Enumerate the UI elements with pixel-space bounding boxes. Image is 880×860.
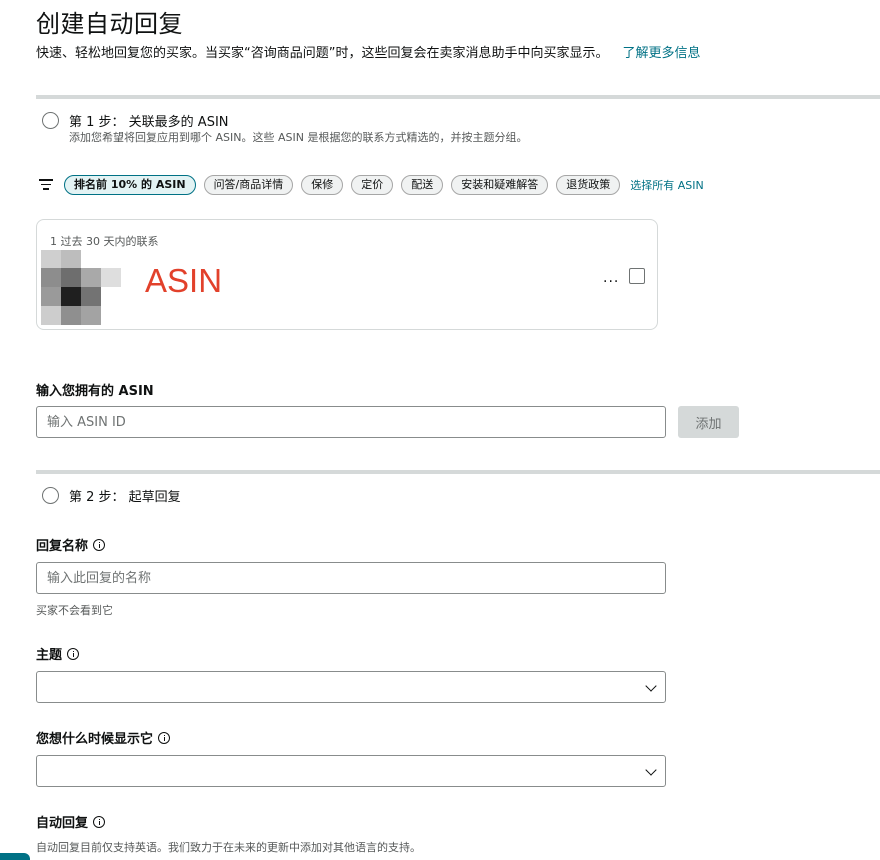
page-subtitle: 快速、轻松地回复您的买家。当买家“咨询商品问题”时，这些回复会在卖家消息助手中向… xyxy=(36,42,701,61)
chip-warranty[interactable]: 保修 xyxy=(301,175,344,195)
topic-label: 主题 xyxy=(36,644,80,663)
step1-title: 第 1 步： 关联最多的 ASIN xyxy=(69,115,229,130)
filter-icon[interactable] xyxy=(39,178,53,190)
info-icon[interactable] xyxy=(93,815,106,828)
chip-shipping[interactable]: 配送 xyxy=(401,175,444,195)
more-options-icon[interactable]: ... xyxy=(603,270,619,286)
info-icon[interactable] xyxy=(67,647,80,660)
page-title: 创建自动回复 xyxy=(36,10,183,38)
info-icon[interactable] xyxy=(93,538,106,551)
auto-reply-label-text: 自动回复 xyxy=(36,816,89,831)
asin-label: ASIN xyxy=(145,262,223,299)
learn-more-link[interactable]: 了解更多信息 xyxy=(622,46,700,61)
reply-name-label: 回复名称 xyxy=(36,535,106,554)
product-thumbnail xyxy=(41,250,121,325)
asin-select-checkbox[interactable] xyxy=(629,268,645,284)
when-show-label-text: 您想什么时候显示它 xyxy=(36,732,154,747)
asin-card: 1 过去 30 天内的联系 ASIN ... xyxy=(36,219,658,330)
auto-reply-hint: 自动回复目前仅支持英语。我们致力于在未来的更新中添加对其他语言的支持。 xyxy=(36,841,421,854)
reply-name-label-text: 回复名称 xyxy=(36,539,89,554)
reply-name-hint: 买家不会看到它 xyxy=(36,604,113,617)
chip-top-asin[interactable]: 排名前 10% 的 ASIN xyxy=(64,175,196,195)
section-divider xyxy=(36,95,880,99)
chip-qa-details[interactable]: 问答/商品详情 xyxy=(203,175,294,195)
select-all-asin-link[interactable]: 选择所有 ASIN xyxy=(630,177,703,193)
chevron-down-icon xyxy=(645,680,657,692)
step1-radio[interactable] xyxy=(42,112,59,129)
step2-title: 第 2 步： 起草回复 xyxy=(69,490,181,505)
own-asin-label: 输入您拥有的 ASIN xyxy=(36,380,154,399)
chip-pricing[interactable]: 定价 xyxy=(351,175,394,195)
feedback-tab[interactable] xyxy=(0,853,30,860)
chevron-down-icon xyxy=(645,764,657,776)
step1-description: 添加您希望将回复应用到哪个 ASIN。这些 ASIN 是根据您的联系方式精选的，… xyxy=(69,131,528,144)
topic-select[interactable] xyxy=(36,671,666,703)
filter-chips: 排名前 10% 的 ASIN 问答/商品详情 保修 定价 配送 安装和疑难解答 … xyxy=(64,175,704,195)
when-show-label: 您想什么时候显示它 xyxy=(36,728,171,747)
step2-radio[interactable] xyxy=(42,487,59,504)
asin-contacts-caption: 1 过去 30 天内的联系 xyxy=(50,235,159,248)
chip-install-troubleshoot[interactable]: 安装和疑难解答 xyxy=(451,175,549,195)
section-divider-2 xyxy=(36,470,880,474)
add-asin-button[interactable]: 添加 xyxy=(678,406,739,438)
topic-label-text: 主题 xyxy=(36,648,63,663)
chip-return-policy[interactable]: 退货政策 xyxy=(556,175,621,195)
reply-name-input[interactable] xyxy=(36,562,666,594)
when-show-select[interactable] xyxy=(36,755,666,787)
info-icon[interactable] xyxy=(158,731,171,744)
auto-reply-label: 自动回复 xyxy=(36,812,106,831)
own-asin-label-text: 输入您拥有的 ASIN xyxy=(36,384,154,399)
subtitle-text: 快速、轻松地回复您的买家。当买家“咨询商品问题”时，这些回复会在卖家消息助手中向… xyxy=(36,46,609,61)
asin-id-input[interactable] xyxy=(36,406,666,438)
